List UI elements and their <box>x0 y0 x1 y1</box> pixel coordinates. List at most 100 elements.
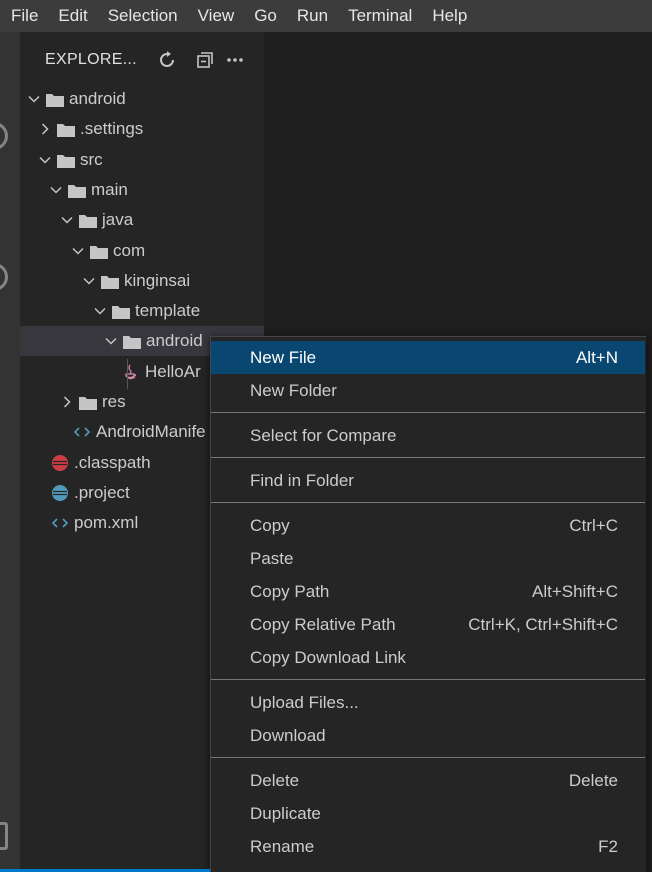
menu-item-rename[interactable]: Rename F2 <box>211 830 645 863</box>
tree-item-label: kinginsai <box>124 270 191 290</box>
menu-item-new-folder[interactable]: New Folder <box>211 374 645 407</box>
source-control-icon[interactable] <box>0 122 8 150</box>
menu-item-label: Copy Relative Path <box>250 614 396 634</box>
menu-item-delete[interactable]: Delete Delete <box>211 764 645 797</box>
tree-item-label: com <box>113 240 146 260</box>
chevron-right-icon[interactable] <box>37 121 53 137</box>
folder-icon <box>79 213 97 229</box>
tree-item-label: res <box>102 392 126 411</box>
tree-item-kinginsai[interactable]: kinginsai <box>20 266 264 296</box>
menu-item-shortcut: Alt+N <box>575 347 618 367</box>
menu-item-new-file[interactable]: New File Alt+N <box>211 341 645 374</box>
menu-item-paste[interactable]: Paste <box>211 542 645 575</box>
tree-item-com[interactable]: com <box>20 236 264 266</box>
menu-run[interactable]: Run <box>287 0 338 32</box>
refresh-button[interactable] <box>155 48 179 72</box>
menu-separator <box>211 757 645 758</box>
chevron-down-icon[interactable] <box>70 243 86 259</box>
folder-icon <box>57 153 75 168</box>
menu-separator <box>211 679 645 680</box>
classpath-file-icon <box>51 454 69 472</box>
extensions-icon[interactable] <box>0 822 8 850</box>
menu-item-shortcut: Ctrl+C <box>569 515 618 535</box>
chevron-down-icon[interactable] <box>26 91 42 107</box>
tree-item-android[interactable]: android <box>20 84 264 114</box>
chevron-down-icon[interactable] <box>103 333 119 349</box>
tree-item-label: pom.xml <box>74 513 139 533</box>
menu-item-copy-relative-path[interactable]: Copy Relative Path Ctrl+K, Ctrl+Shift+C <box>211 608 645 641</box>
menu-bar: File Edit Selection View Go Run Terminal Help <box>0 0 652 32</box>
menu-item-duplicate[interactable]: Duplicate <box>211 797 645 830</box>
menu-file[interactable]: File <box>0 0 48 32</box>
menu-item-label: Paste <box>250 548 294 568</box>
tree-item-src[interactable]: src <box>20 145 264 175</box>
tree-item-label: AndroidManife <box>96 422 206 442</box>
menu-item-copy-path[interactable]: Copy Path Alt+Shift+C <box>211 575 645 608</box>
menu-item-copy-download-link[interactable]: Copy Download Link <box>211 641 645 674</box>
menu-terminal[interactable]: Terminal <box>338 0 422 32</box>
tree-item-label: src <box>80 149 103 169</box>
menu-item-label: Copy Path <box>250 581 330 601</box>
more-actions-button[interactable] <box>223 48 247 72</box>
project-file-icon <box>51 484 69 502</box>
chevron-down-icon[interactable] <box>59 212 75 228</box>
folder-icon <box>101 274 119 289</box>
explorer-title: EXPLORE... <box>45 51 137 68</box>
tree-item-label: android <box>69 89 126 108</box>
chevron-down-icon[interactable] <box>37 152 53 168</box>
folder-icon <box>112 304 130 320</box>
menu-edit[interactable]: Edit <box>48 0 97 32</box>
tree-item-label: java <box>102 210 134 230</box>
java-file-icon <box>122 363 140 381</box>
menu-view[interactable]: View <box>188 0 245 32</box>
menu-selection[interactable]: Selection <box>98 0 188 32</box>
folder-icon <box>79 395 97 410</box>
menu-item-copy[interactable]: Copy Ctrl+C <box>211 509 645 542</box>
menu-item-label: Find in Folder <box>250 470 354 490</box>
tree-item-template[interactable]: template <box>20 296 264 326</box>
menu-item-label: Rename <box>250 836 315 856</box>
menu-item-shortcut: Delete <box>568 770 618 790</box>
chevron-down-icon[interactable] <box>92 303 108 319</box>
menu-separator <box>211 412 645 413</box>
folder-icon <box>46 92 64 107</box>
menu-separator <box>211 502 645 503</box>
tree-item-settings[interactable]: .settings <box>20 114 264 144</box>
menu-item-download[interactable]: Download <box>211 719 645 752</box>
collapse-all-button[interactable] <box>193 48 217 72</box>
tree-item-label: main <box>91 179 128 199</box>
tree-item-java[interactable]: java <box>20 205 264 235</box>
menu-item-label: Duplicate <box>250 803 321 823</box>
tree-item-main[interactable]: main <box>20 175 264 205</box>
refresh-icon <box>160 51 174 67</box>
menu-item-upload-files[interactable]: Upload Files... <box>211 686 645 719</box>
xml-file-icon <box>73 423 91 441</box>
menu-item-select-for-compare[interactable]: Select for Compare <box>211 419 645 452</box>
folder-icon <box>68 183 86 198</box>
menu-item-label: Upload Files... <box>250 692 359 712</box>
indent-guide <box>127 358 128 389</box>
tree-item-label: .classpath <box>74 452 151 472</box>
folder-icon <box>57 122 75 138</box>
menu-item-label: Copy Download Link <box>250 647 406 667</box>
menu-item-label: Delete <box>250 770 300 790</box>
run-debug-icon[interactable] <box>0 263 8 291</box>
chevron-down-icon[interactable] <box>48 182 64 198</box>
menu-item-shortcut: Alt+Shift+C <box>532 581 618 601</box>
tree-item-label: .project <box>74 482 130 502</box>
menu-item-shortcut: F2 <box>598 836 618 856</box>
folder-icon <box>123 334 141 350</box>
menu-item-label: Copy <box>250 515 290 535</box>
context-menu: New File Alt+N New Folder Select for Compar… <box>210 336 646 872</box>
chevron-right-icon[interactable] <box>59 394 75 410</box>
tree-item-label: HelloAr <box>145 361 201 381</box>
menu-help[interactable]: Help <box>422 0 477 32</box>
menu-go[interactable]: Go <box>244 0 287 32</box>
menu-item-find-in-folder[interactable]: Find in Folder <box>211 464 645 497</box>
tree-item-label: .settings <box>80 119 144 139</box>
menu-item-shortcut: Ctrl+K, Ctrl+Shift+C <box>468 614 618 634</box>
menu-separator <box>211 457 645 458</box>
menu-item-label: New Folder <box>250 380 337 400</box>
chevron-down-icon[interactable] <box>81 273 97 289</box>
more-actions-icon <box>227 58 243 62</box>
